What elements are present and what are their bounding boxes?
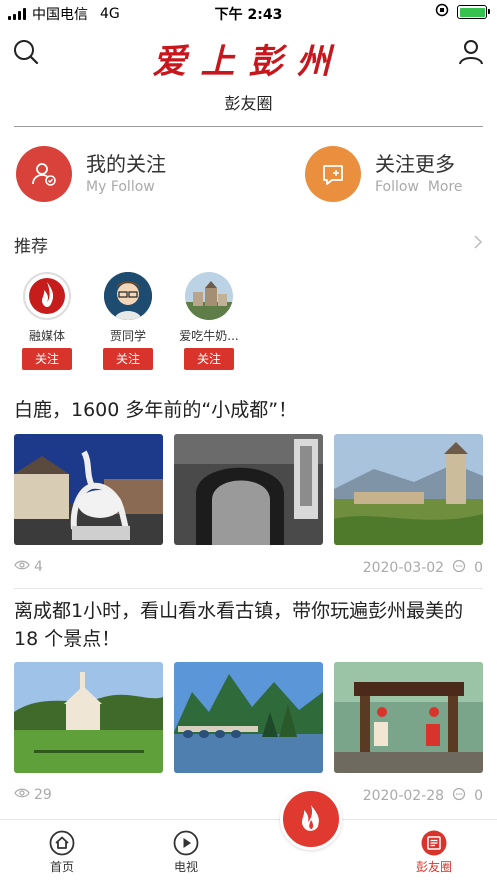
battery-icon xyxy=(457,5,490,19)
article-image[interactable] xyxy=(174,662,323,773)
app-logo: 爱上彭州 xyxy=(152,42,345,82)
tab-pengyouquan[interactable]: 彭友圈 xyxy=(394,826,474,875)
home-icon xyxy=(49,830,75,856)
comment-count: 0 xyxy=(474,788,483,804)
user-icon[interactable] xyxy=(455,36,487,68)
article-meta: 4 2020-03-02 0 xyxy=(14,559,483,577)
comment-icon[interactable] xyxy=(452,559,466,577)
recommend-user-name: 贾同学 xyxy=(109,329,146,343)
article-date: 2020-02-28 xyxy=(362,788,445,804)
follow-button[interactable]: 关注 xyxy=(103,348,153,370)
title-divider xyxy=(14,126,483,127)
status-bar: 中国电信 4G 下午 2:43 xyxy=(0,0,497,26)
article-divider xyxy=(14,588,483,589)
recommend-user-name: 爱吃牛奶... xyxy=(179,329,239,343)
my-follow-title: 我的关注 xyxy=(86,152,166,176)
article-image[interactable] xyxy=(14,662,163,773)
user-check-icon xyxy=(16,146,72,202)
chevron-right-icon[interactable] xyxy=(473,234,483,254)
recommend-title: 推荐 xyxy=(14,237,48,257)
avatar[interactable] xyxy=(104,272,152,320)
app-header: 爱上彭州 xyxy=(0,26,497,86)
article-thumbnails[interactable] xyxy=(14,662,483,773)
avatar[interactable] xyxy=(23,272,71,320)
tab-tv-label: 电视 xyxy=(173,860,198,874)
recommend-user[interactable]: 融媒体 关注 xyxy=(14,272,80,370)
orientation-lock-icon xyxy=(435,3,449,21)
comment-count: 0 xyxy=(474,560,483,576)
view-count: 29 xyxy=(34,787,52,803)
article-thumbnails[interactable] xyxy=(14,434,483,545)
article-image[interactable] xyxy=(14,434,163,545)
article-image[interactable] xyxy=(334,662,483,773)
tab-tv[interactable]: 电视 xyxy=(146,826,226,875)
recommend-user[interactable]: 爱吃牛奶... 关注 xyxy=(176,272,242,370)
article-date: 2020-03-02 xyxy=(362,560,445,576)
eye-icon xyxy=(14,787,30,803)
follow-button[interactable]: 关注 xyxy=(22,348,72,370)
eye-icon xyxy=(14,559,30,575)
article-title[interactable]: 白鹿，1600 多年前的“小成都”！ xyxy=(14,396,483,424)
view-count: 4 xyxy=(34,559,43,575)
follow-more-title: 关注更多 xyxy=(375,152,455,176)
article-image[interactable] xyxy=(334,434,483,545)
bottom-tab-bar: 首页 电视 彭友圈 xyxy=(0,788,497,883)
follow-more-subtitle: Follow More xyxy=(375,179,463,195)
news-icon xyxy=(421,830,447,856)
tab-home-label: 首页 xyxy=(49,860,74,874)
recommend-header[interactable]: 推荐 xyxy=(14,232,483,257)
play-icon xyxy=(173,830,199,856)
recommend-user[interactable]: 贾同学 关注 xyxy=(95,272,161,370)
chat-plus-icon xyxy=(305,146,361,202)
status-time: 下午 2:43 xyxy=(214,7,283,23)
article-meta: 29 2020-02-28 0 xyxy=(14,787,483,805)
avatar[interactable] xyxy=(185,272,233,320)
tab-pengyouquan-label: 彭友圈 xyxy=(415,860,452,874)
flame-logo-icon[interactable] xyxy=(280,788,342,850)
recommend-user-name: 融媒体 xyxy=(28,329,65,343)
page-title: 彭友圈 xyxy=(224,94,273,113)
tab-home[interactable]: 首页 xyxy=(22,826,102,875)
article-title[interactable]: 离成都1小时，看山看水看古镇，带你玩遍彭州最美的 18 个景点！ xyxy=(14,597,483,653)
article-image[interactable] xyxy=(174,434,323,545)
comment-icon[interactable] xyxy=(452,787,466,805)
follow-more-card[interactable]: 关注更多 Follow More xyxy=(305,146,463,202)
follow-button[interactable]: 关注 xyxy=(184,348,234,370)
my-follow-subtitle: My Follow xyxy=(86,179,155,195)
my-follow-card[interactable]: 我的关注 My Follow xyxy=(16,146,166,202)
